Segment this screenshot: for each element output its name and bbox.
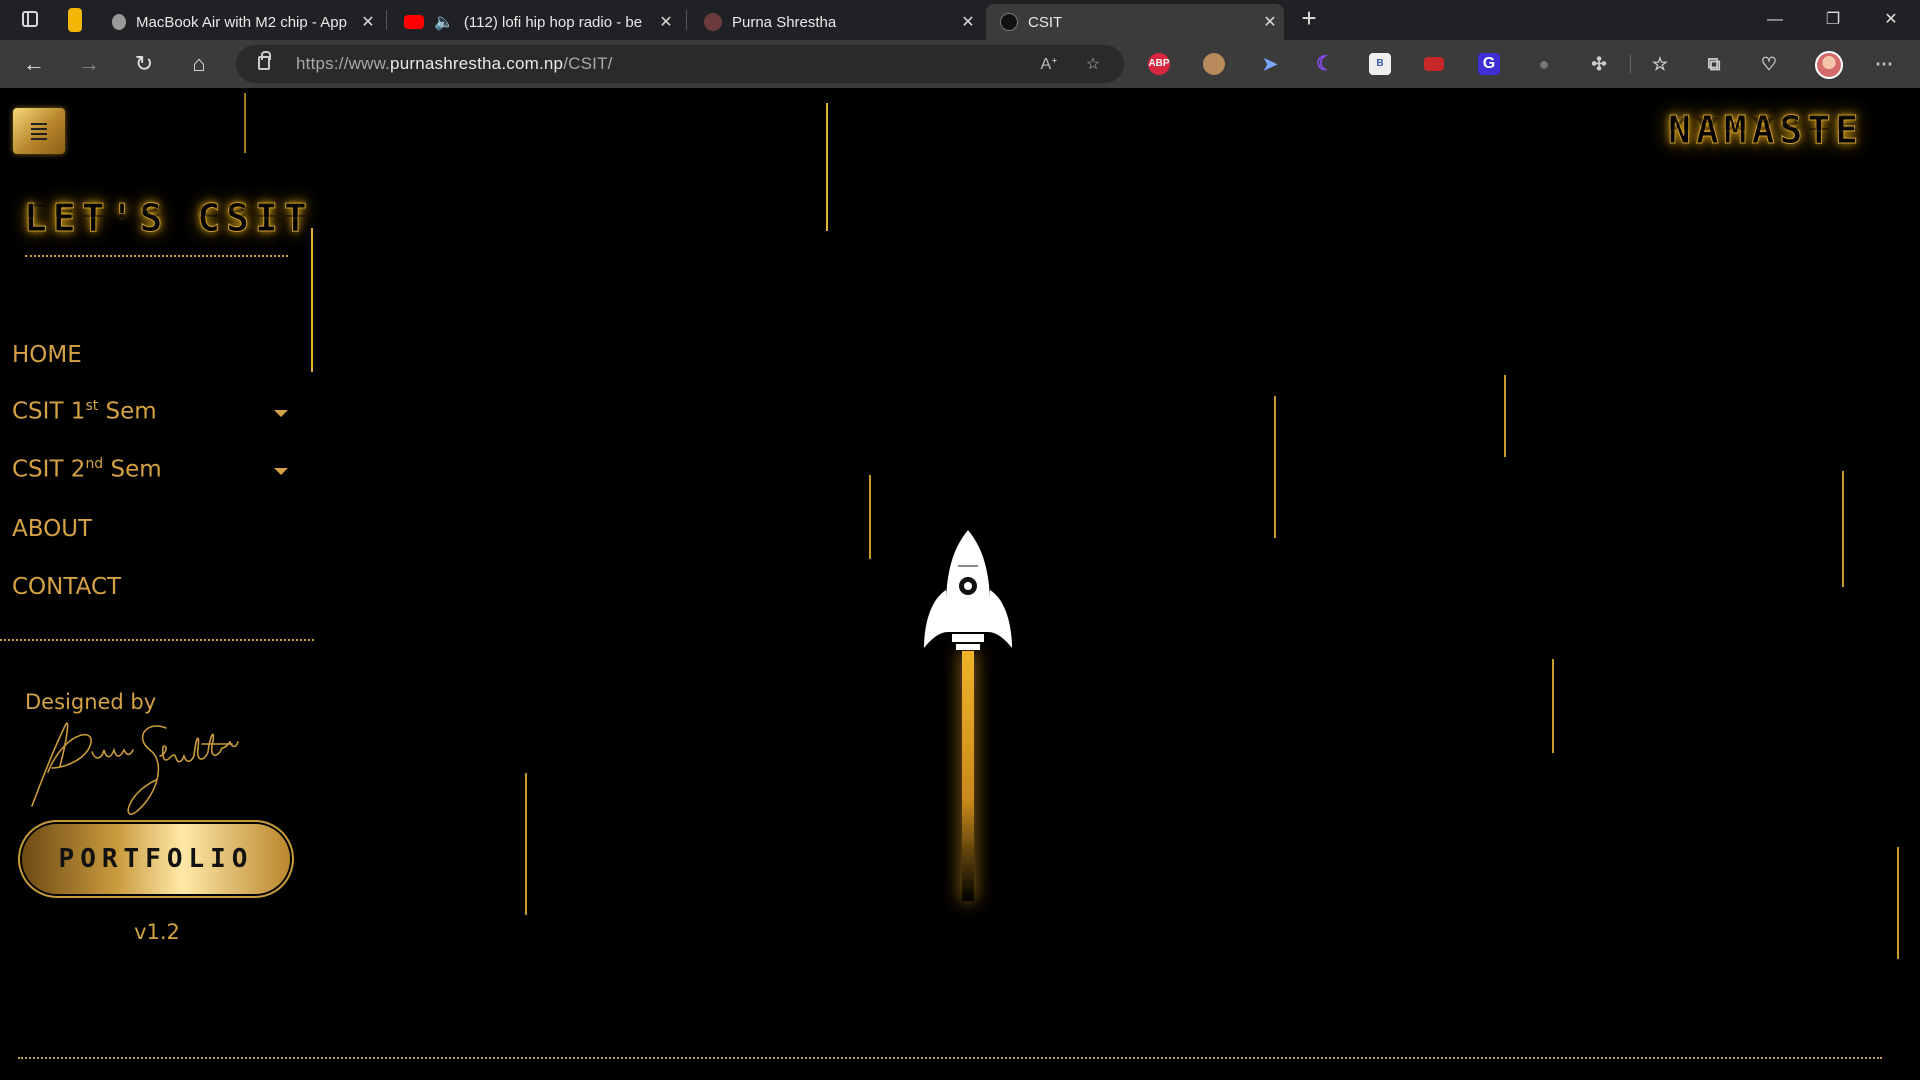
- rocket-icon: [924, 530, 1012, 650]
- b-extension-icon[interactable]: B: [1369, 53, 1391, 75]
- lock-icon[interactable]: [258, 51, 271, 70]
- speaker-icon[interactable]: 🔈: [434, 12, 454, 32]
- light-streak: [1842, 471, 1844, 587]
- nav-sup: st: [85, 398, 99, 414]
- refresh-button[interactable]: ↻: [128, 48, 160, 80]
- home-button[interactable]: ⌂: [183, 48, 215, 80]
- menu-bar: [31, 138, 47, 140]
- light-streak: [1274, 396, 1276, 538]
- more-options-icon[interactable]: ⋯: [1873, 53, 1895, 75]
- nav-contact-label: CONTACT: [12, 574, 122, 600]
- tab-divider: [686, 10, 687, 30]
- forward-button[interactable]: →: [73, 48, 105, 80]
- light-streak: [244, 93, 246, 153]
- nav-home[interactable]: HOME: [12, 342, 82, 368]
- close-icon[interactable]: ✕: [1256, 12, 1284, 32]
- restore-button[interactable]: ❐: [1810, 6, 1856, 34]
- tab-macbook[interactable]: MacBook Air with M2 chip - App ✕: [98, 4, 382, 40]
- nav-suffix: Sem: [98, 398, 157, 425]
- close-window-button[interactable]: ✕: [1868, 6, 1914, 34]
- cursor-extension-icon[interactable]: ➤: [1259, 53, 1281, 75]
- tab-csit[interactable]: CSIT ✕: [986, 4, 1284, 40]
- tab-title: CSIT: [1028, 13, 1063, 31]
- portfolio-button[interactable]: PORTFOLIO: [22, 824, 290, 894]
- chevron-down-icon[interactable]: [274, 468, 288, 475]
- nav-suffix: Sem: [103, 456, 162, 483]
- nav-label: CSIT 2: [12, 456, 86, 483]
- owl-extension-icon[interactable]: [1203, 53, 1225, 75]
- chevron-down-icon[interactable]: [274, 410, 288, 417]
- person-icon: [704, 13, 722, 31]
- tab-actions-icon[interactable]: [22, 11, 38, 27]
- nav-home-label: HOME: [12, 342, 82, 368]
- back-button[interactable]: ←: [18, 48, 50, 80]
- adblock-extension-icon[interactable]: ABP: [1148, 53, 1170, 75]
- tab-purna[interactable]: Purna Shrestha ✕: [690, 4, 982, 40]
- nav-label: CSIT 1: [12, 398, 86, 425]
- light-streak: [311, 228, 313, 372]
- tab-lofi[interactable]: 🔈 (112) lofi hip hop radio - be ✕: [390, 4, 680, 40]
- toolbar-divider: [1630, 54, 1631, 74]
- namaste-reflection: NAMASTE: [1668, 113, 1864, 133]
- light-streak: [525, 773, 527, 915]
- footer-divider: [18, 1057, 1882, 1059]
- light-streak: [1552, 659, 1554, 753]
- nav-contact[interactable]: CONTACT: [12, 574, 121, 600]
- grammarly-extension-icon[interactable]: G: [1478, 53, 1500, 75]
- extensions-puzzle-icon[interactable]: ✣: [1588, 53, 1610, 75]
- menu-bar: [31, 133, 47, 135]
- close-icon[interactable]: ✕: [354, 12, 382, 32]
- minimize-button[interactable]: —: [1752, 6, 1798, 34]
- url-text[interactable]: https://www.purnashrestha.com.np/CSIT/: [296, 54, 613, 74]
- video-extension-icon[interactable]: [1424, 57, 1444, 71]
- nav-csit-1st-sem[interactable]: CSIT 1st Sem: [12, 398, 157, 425]
- brand-divider: [25, 255, 288, 257]
- collections-icon[interactable]: ⧉: [1703, 53, 1725, 75]
- apple-icon: [112, 14, 126, 30]
- hamburger-menu-button[interactable]: [13, 108, 65, 154]
- profile-avatar[interactable]: [1815, 51, 1843, 79]
- dark-mode-extension-icon[interactable]: ☾: [1314, 53, 1336, 75]
- site-icon: [1000, 13, 1018, 31]
- tab-title: MacBook Air with M2 chip - App: [136, 13, 347, 31]
- tab-title: Purna Shrestha: [732, 13, 837, 31]
- light-streak: [869, 475, 871, 559]
- page-content: LET'S CSIT LET'S CSIT HOME CSIT 1st Sem …: [0, 88, 1920, 1080]
- site-brand-reflection: LET'S CSIT: [24, 200, 313, 220]
- url-domain: purnashrestha.com.np: [390, 54, 564, 73]
- light-streak: [1504, 375, 1506, 457]
- browser-toolbar: ← → ↻ ⌂ https://www.purnashrestha.com.np…: [0, 40, 1920, 88]
- url-path: /CSIT/: [563, 54, 613, 73]
- nav-sup: nd: [85, 456, 104, 472]
- light-streak: [826, 103, 828, 231]
- ghost-extension-icon[interactable]: ●: [1533, 53, 1555, 75]
- nav-divider: [0, 639, 314, 641]
- version-label: v1.2: [134, 920, 180, 944]
- tab-actions[interactable]: [14, 8, 82, 32]
- new-tab-button[interactable]: +: [1296, 5, 1322, 32]
- close-icon[interactable]: ✕: [652, 12, 680, 32]
- signature-image: [31, 722, 239, 815]
- menu-bar: [31, 128, 47, 130]
- nav-about-label: ABOUT: [12, 516, 93, 542]
- favorites-icon[interactable]: ☆: [1649, 53, 1671, 75]
- url-prefix: https://www.: [296, 54, 391, 73]
- browser-tab-bar: MacBook Air with M2 chip - App ✕ 🔈 (112)…: [0, 0, 1920, 40]
- pinned-tab[interactable]: [68, 8, 82, 32]
- designed-by-label: Designed by: [25, 690, 157, 714]
- youtube-icon: [404, 15, 424, 29]
- nav-about[interactable]: ABOUT: [12, 516, 92, 542]
- close-icon[interactable]: ✕: [954, 12, 982, 32]
- nav-csit-2nd-sem[interactable]: CSIT 2nd Sem: [12, 456, 162, 483]
- read-aloud-icon[interactable]: Aᐩ: [1038, 54, 1060, 76]
- add-favorite-icon[interactable]: ☆: [1082, 54, 1104, 76]
- light-streak: [1897, 847, 1899, 959]
- tab-title: (112) lofi hip hop radio - be: [463, 13, 643, 31]
- menu-bar: [31, 123, 47, 125]
- performance-icon[interactable]: ♡: [1758, 53, 1780, 75]
- tab-divider: [386, 10, 387, 30]
- address-bar[interactable]: https://www.purnashrestha.com.np/CSIT/ A…: [236, 45, 1124, 83]
